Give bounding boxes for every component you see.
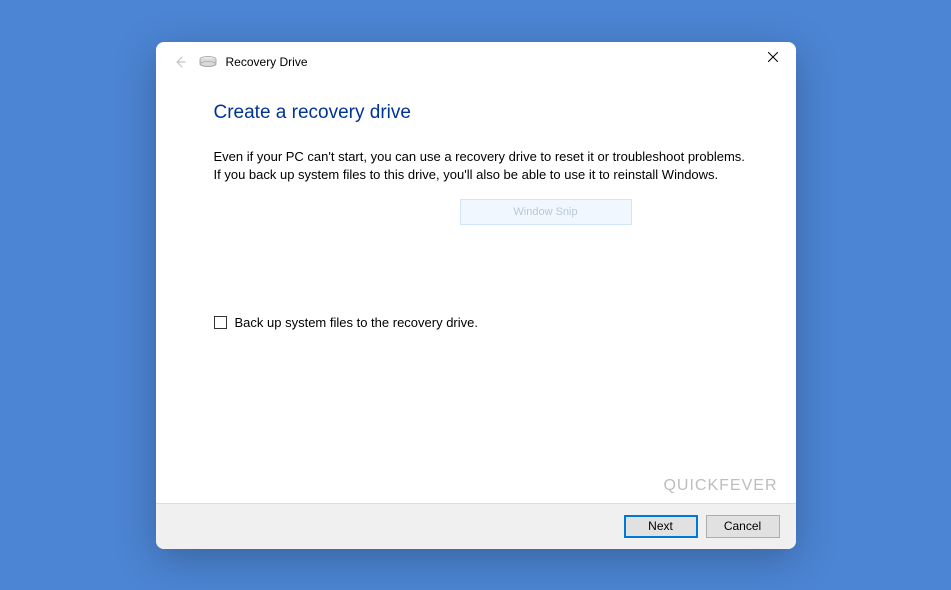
close-button[interactable] [750,42,796,72]
back-button[interactable] [168,50,192,74]
next-button[interactable]: Next [624,515,698,538]
backup-checkbox[interactable] [214,316,227,329]
cancel-button[interactable]: Cancel [706,515,780,538]
dialog-content: Window Snip Create a recovery drive Even… [156,82,796,503]
watermark: QUICKFEVER [663,477,777,495]
back-arrow-icon [172,54,188,70]
page-heading: Create a recovery drive [214,102,756,124]
titlebar: Recovery Drive [156,42,796,82]
close-icon [768,52,778,62]
dialog-footer: Next Cancel [156,503,796,549]
backup-checkbox-row[interactable]: Back up system files to the recovery dri… [214,315,756,330]
recovery-drive-dialog: Recovery Drive Window Snip Create a reco… [156,42,796,549]
page-description: Even if your PC can't start, you can use… [214,148,754,186]
snip-ghost-overlay: Window Snip [460,199,632,225]
backup-checkbox-label[interactable]: Back up system files to the recovery dri… [235,315,478,330]
window-title: Recovery Drive [226,55,308,69]
drive-icon [198,55,218,69]
